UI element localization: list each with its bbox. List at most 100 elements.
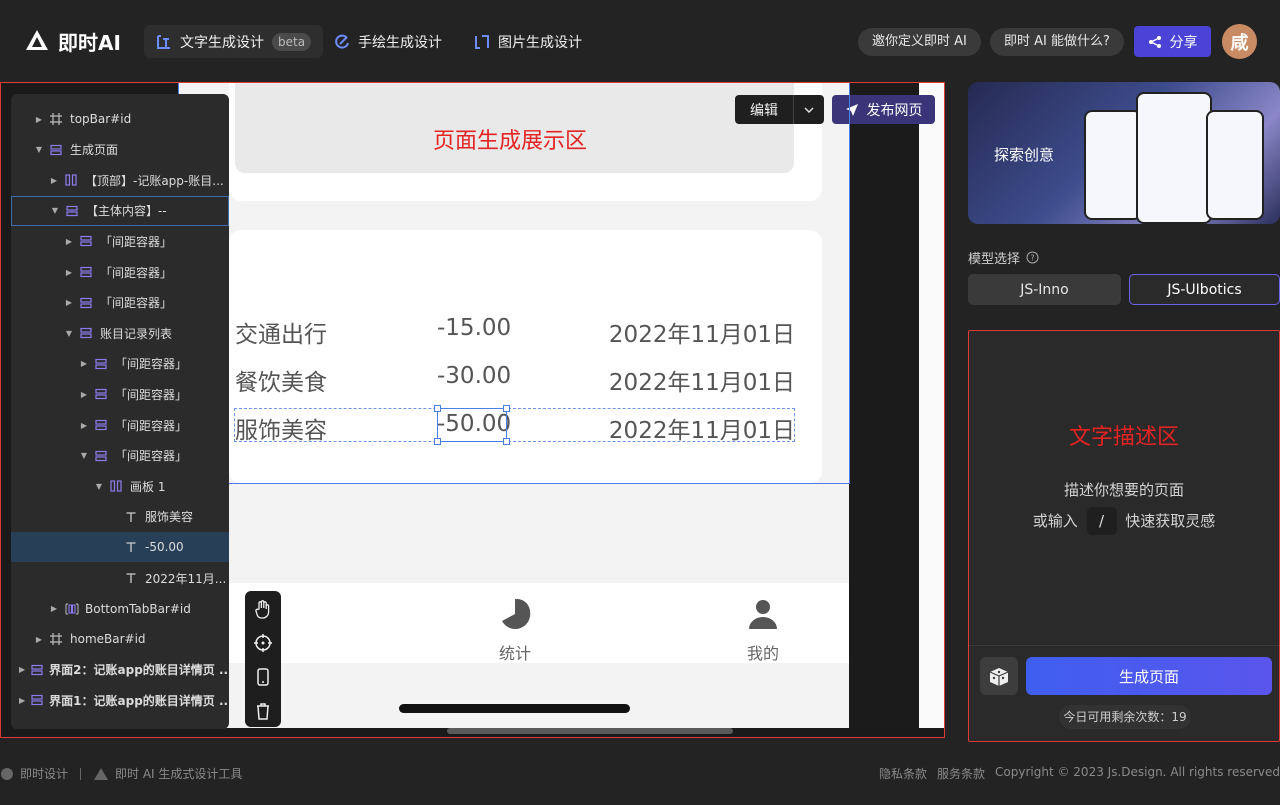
record-row[interactable]: 交通出行 -15.00 2022年11月01日 [235, 315, 795, 348]
layer-row[interactable]: -50.00 [11, 532, 229, 563]
tab-mine[interactable]: 我的 [733, 598, 793, 664]
resize-handle[interactable] [434, 405, 441, 412]
expand-arrow-icon[interactable]: ▶ [34, 635, 44, 644]
layers-panel: ▶ topBar#id ▼ 生成页面 ▶ 【顶部】-记账app-账目... ▼ 【主体内容】-… [11, 94, 229, 729]
layer-label: 服饰美容 [145, 510, 194, 525]
device-icon[interactable] [253, 667, 273, 687]
svg-text:?: ? [1030, 254, 1034, 263]
layer-row[interactable]: ▶ 【顶部】-记账app-账目... [11, 165, 229, 195]
layer-label: 「间距容器」 [115, 449, 188, 464]
layer-row[interactable]: ▶ BottomTabBar#id [11, 594, 229, 624]
resize-handle[interactable] [503, 405, 510, 412]
layer-row[interactable]: ▼ 生成页面 [11, 135, 229, 165]
layer-row[interactable]: ▼ 「间距容器」 [11, 441, 229, 471]
desc-hint-slash: 或输入 / 快速获取灵感 [969, 507, 1279, 535]
banner-text: 探索创意 [994, 146, 1055, 164]
trash-icon[interactable] [253, 701, 273, 721]
layer-row[interactable]: ▶ homeBar#id [11, 624, 229, 654]
footer-brand-jsai[interactable]: 即时 AI 生成式设计工具 [115, 765, 242, 782]
records-card[interactable] [229, 230, 822, 483]
layer-row[interactable]: ▼ 画板 1 [11, 471, 229, 501]
stack-layout-icon [31, 694, 43, 706]
explore-banner[interactable]: 探索创意 [968, 82, 1280, 224]
expand-arrow-icon[interactable]: ▶ [64, 237, 74, 246]
layer-row[interactable]: ▶ 「间距容器」 [11, 410, 229, 440]
remaining-count: 19 [1171, 710, 1187, 724]
expand-arrow-icon[interactable]: ▶ [64, 268, 74, 277]
expand-arrow-icon[interactable]: ▶ [79, 421, 89, 430]
amount-selection-box[interactable] [434, 405, 510, 445]
layer-row[interactable]: ▶ 「间距容器」 [11, 379, 229, 409]
what-can-button[interactable]: 即时 AI 能做什么? [990, 28, 1124, 56]
layer-row[interactable]: ▶ 「间距容器」 [11, 349, 229, 379]
nav-text-design[interactable]: 文字生成设计 beta [144, 25, 324, 58]
collapse-arrow-icon[interactable]: ▼ [94, 482, 104, 491]
record-row[interactable]: 餐饮美食 -30.00 2022年11月01日 [235, 363, 795, 396]
invite-button[interactable]: 邀你定义即时 AI [858, 28, 981, 56]
layer-row[interactable]: ▼ 账目记录列表 [11, 318, 229, 348]
layer-row[interactable]: ▼ 【主体内容】-- [11, 195, 229, 226]
share-button[interactable]: 分享 [1134, 26, 1211, 57]
stack-layout-icon [66, 205, 80, 217]
expand-arrow-icon[interactable]: ▶ [49, 176, 59, 185]
right-panel: 探索创意 模型选择 ? JS-Inno JS-UIbotics 文字描述区 描述… [968, 82, 1280, 742]
layer-row[interactable]: ▶ 界面2：记账app的账目详情页 ... [11, 655, 229, 685]
layer-row[interactable]: ▶ 「间距容器」 [11, 226, 229, 256]
layer-row[interactable]: 2022年11月... [11, 563, 229, 593]
collapse-arrow-icon[interactable]: ▼ [79, 451, 89, 460]
crosshair-icon[interactable] [253, 633, 273, 653]
generate-page-button[interactable]: 生成页面 [1026, 657, 1272, 695]
expand-arrow-icon[interactable]: ▶ [34, 115, 44, 124]
record-category: 餐饮美食 [235, 370, 327, 396]
horizontal-scrollbar[interactable] [447, 728, 733, 734]
expand-arrow-icon[interactable]: ▶ [79, 359, 89, 368]
user-avatar[interactable]: 咸 [1222, 24, 1257, 59]
record-amount: -15.00 [437, 315, 512, 341]
tab-stats[interactable]: 统计 [485, 598, 545, 664]
footer-separator [80, 767, 82, 780]
copyright-text: Copyright © 2023 Js.Design. All rights r… [995, 765, 1280, 779]
layer-row[interactable]: ▶ topBar#id [11, 104, 229, 134]
privacy-link[interactable]: 隐私条款 [879, 765, 927, 782]
hand-icon[interactable] [253, 599, 273, 619]
record-category: 交通出行 [235, 322, 327, 348]
random-button[interactable] [980, 657, 1018, 695]
layer-row[interactable]: ▶ 「间距容器」 [11, 288, 229, 318]
design-canvas[interactable]: 页面生成展示区 编辑 发布网页 交通出行 -15.00 2022年11月01日 … [0, 82, 945, 738]
model-option-uibotics[interactable]: JS-UIbotics [1129, 274, 1280, 305]
text-design-icon [157, 34, 170, 49]
expand-arrow-icon[interactable]: ▶ [19, 665, 25, 674]
desc-hint: 描述你想要的页面 [1063, 481, 1184, 499]
model-select-text: 模型选择 [968, 252, 1021, 267]
layer-row[interactable]: ▶ 「间距容器」 [11, 257, 229, 287]
layer-row[interactable]: ▶ 界面1：记账app的账目详情页 ... [11, 685, 229, 715]
columns-layout-icon [65, 174, 79, 186]
desc-hint-prefix: 或输入 [1032, 512, 1078, 530]
terms-link[interactable]: 服务条款 [937, 765, 985, 782]
resize-handle[interactable] [503, 438, 510, 445]
help-icon[interactable]: ? [1026, 251, 1039, 264]
nav-sketch-design[interactable]: 手绘生成设计 [322, 25, 454, 58]
layer-label: 生成页面 [70, 143, 119, 158]
remaining-label: 今日可用剩余次数： [1063, 710, 1172, 724]
collapse-arrow-icon[interactable]: ▼ [64, 329, 74, 338]
footer-brand-jsdesign[interactable]: 即时设计 [20, 765, 68, 782]
model-option-inno[interactable]: JS-Inno [968, 274, 1121, 305]
expand-arrow-icon[interactable]: ▶ [79, 390, 89, 399]
desc-hint-suffix: 快速获取灵感 [1125, 512, 1216, 530]
image-design-icon [475, 34, 489, 49]
stack-layout-icon [95, 388, 109, 400]
text-description-area[interactable]: 文字描述区 描述你想要的页面 或输入 / 快速获取灵感 生成页面 今日可用剩余次… [968, 330, 1280, 742]
collapse-arrow-icon[interactable]: ▼ [50, 206, 60, 215]
expand-arrow-icon[interactable]: ▶ [49, 604, 59, 613]
expand-arrow-icon[interactable]: ▶ [64, 298, 74, 307]
brand-logo[interactable]: 即时AI [24, 27, 121, 55]
nav-image-design[interactable]: 图片生成设计 [462, 25, 594, 58]
resize-handle[interactable] [434, 438, 441, 445]
collapse-arrow-icon[interactable]: ▼ [34, 145, 44, 154]
layer-label: homeBar#id [70, 632, 146, 647]
expand-arrow-icon[interactable]: ▶ [19, 696, 25, 705]
layer-row[interactable]: 服饰美容 [11, 502, 229, 532]
phone-right-strip [919, 83, 944, 728]
layer-label: 「间距容器」 [100, 234, 173, 249]
